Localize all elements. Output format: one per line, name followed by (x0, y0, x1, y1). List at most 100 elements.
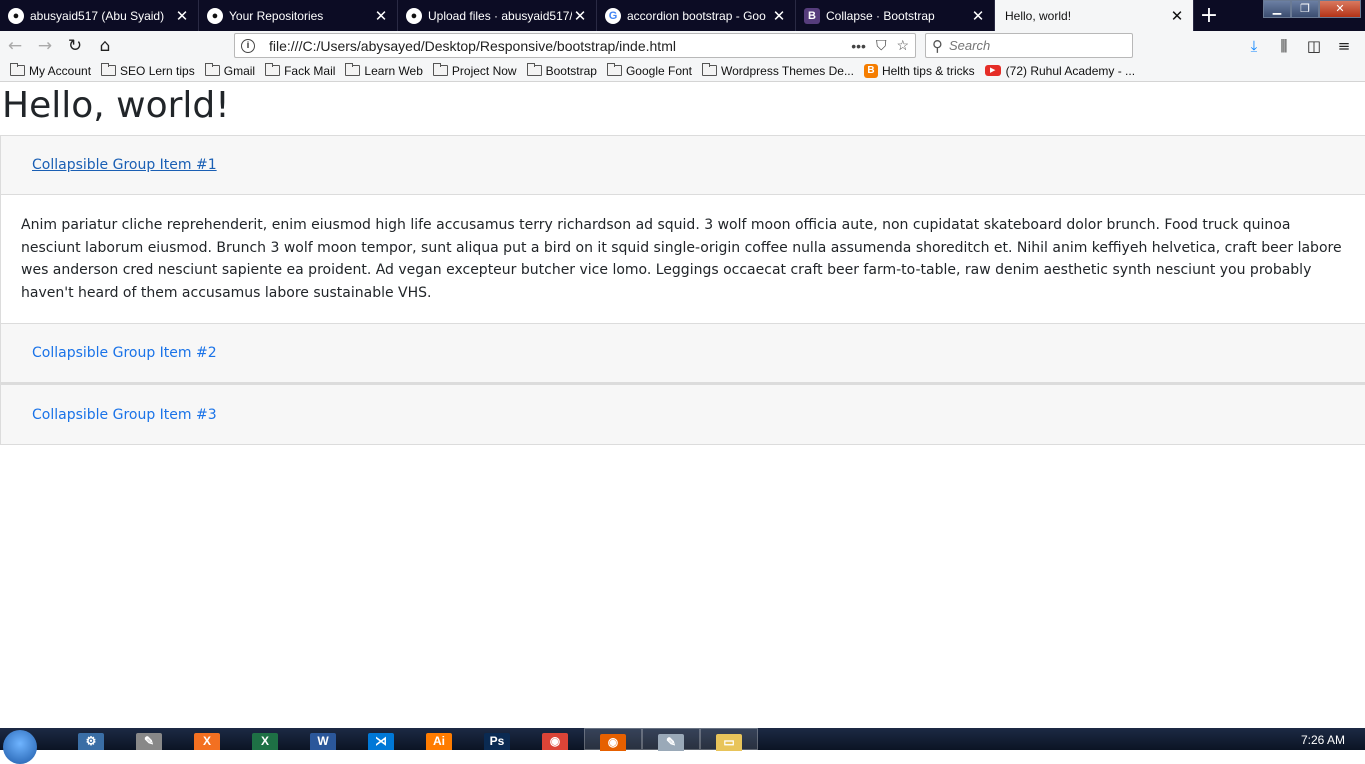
taskbar-app-notepad[interactable]: ✎ (642, 728, 700, 751)
minimize-icon[interactable]: ▁ (1263, 0, 1291, 18)
accordion-header-2[interactable]: Collapsible Group Item #2 (1, 324, 1365, 383)
more-actions-icon[interactable]: ••• (851, 38, 866, 54)
bookmark-item[interactable]: Learn Web (345, 63, 423, 78)
bookmark-item[interactable]: Gmail (204, 63, 256, 78)
taskbar-app-firefox[interactable]: ◉ (584, 728, 642, 751)
taskbar-app-pen-icon: ✎ (136, 733, 162, 750)
folder-icon (101, 63, 117, 76)
bookmark-item[interactable]: Wordpress Themes De... (702, 63, 854, 78)
taskbar-clock[interactable]: 7:26 AM (1301, 733, 1345, 747)
bookmark-label: SEO Lern tips (120, 63, 195, 78)
accordion-body-1: Anim pariatur cliche reprehenderit, enim… (1, 195, 1365, 324)
google-icon: G (605, 7, 621, 24)
tab-title: accordion bootstrap - Goo (627, 8, 766, 23)
tab-title: abusyaid517 (Abu Syaid) (30, 8, 165, 23)
bookmark-label: My Account (29, 63, 92, 78)
accordion-header-3[interactable]: Collapsible Group Item #3 (1, 385, 1365, 444)
window-controls: ▁ ❐ ✕ (1263, 0, 1361, 18)
tab-2[interactable]: ● Upload files · abusyaid517/ ✕ (398, 0, 597, 31)
bookmarks-toolbar: My Account SEO Lern tips Gmail Fack Mail… (0, 60, 1365, 82)
search-bar[interactable]: ⚲ (925, 33, 1133, 58)
tab-0[interactable]: ● abusyaid517 (Abu Syaid) ✕ (0, 0, 199, 31)
url-text[interactable]: file:///C:/Users/abysayed/Desktop/Respon… (269, 38, 841, 54)
close-tab-icon[interactable]: ✕ (970, 7, 986, 25)
tab-4[interactable]: B Collapse · Bootstrap ✕ (796, 0, 995, 31)
taskbar-app-excel[interactable]: X (236, 728, 294, 750)
bootstrap-icon: B (804, 7, 820, 24)
page-title: Hello, world! (2, 85, 230, 126)
accordion-header-1[interactable]: Collapsible Group Item #1 (1, 136, 1365, 195)
start-button[interactable] (0, 728, 40, 764)
taskbar-app-pen[interactable]: ✎ (120, 728, 178, 750)
folder-icon (606, 63, 622, 76)
bookmark-label: Bootstrap (545, 63, 597, 78)
taskbar-app-explorer[interactable]: ▭ (700, 728, 758, 751)
bookmark-label: Project Now (451, 63, 517, 78)
page-content: Hello, world! Collapsible Group Item #1 … (0, 83, 1365, 728)
accordion-toggle-2[interactable]: Collapsible Group Item #2 (32, 345, 217, 361)
accordion-toggle-3[interactable]: Collapsible Group Item #3 (32, 407, 217, 423)
bookmark-item[interactable]: Google Font (606, 63, 692, 78)
address-bar[interactable]: i file:///C:/Users/abysayed/Desktop/Resp… (234, 33, 916, 58)
bookmark-item[interactable]: SEO Lern tips (101, 63, 195, 78)
tab-title: Collapse · Bootstrap (826, 8, 935, 23)
window-close-icon[interactable]: ✕ (1319, 0, 1361, 18)
blogger-icon: B (863, 63, 878, 78)
bookmark-item[interactable]: ▶ (72) Ruhul Academy - ... (984, 64, 1135, 78)
folder-icon (345, 63, 361, 76)
new-tab-button[interactable]: + (1194, 0, 1224, 31)
forward-icon[interactable]: → (30, 33, 60, 59)
taskbar-app-tool[interactable]: ⚙ (62, 728, 120, 750)
search-input[interactable] (949, 38, 1119, 53)
close-tab-icon[interactable]: ✕ (373, 7, 389, 25)
bookmark-label: Helth tips & tricks (881, 63, 975, 78)
folder-icon (432, 63, 448, 76)
taskbar-app-excel-icon: X (252, 733, 278, 750)
back-icon[interactable]: ← (0, 33, 30, 59)
taskbar-app-xampp[interactable]: X (178, 728, 236, 750)
taskbar-app-word[interactable]: W (294, 728, 352, 750)
tab-5-active[interactable]: Hello, world! ✕ (995, 0, 1194, 32)
close-tab-icon[interactable]: ✕ (771, 7, 787, 25)
tab-title: Hello, world! (1005, 9, 1072, 23)
bookmark-label: Gmail (223, 63, 256, 78)
pocket-icon[interactable]: ⛉ (876, 37, 887, 54)
tab-title: Upload files · abusyaid517/ (428, 8, 572, 23)
download-icon[interactable]: ⤓ (1239, 34, 1269, 58)
maximize-icon[interactable]: ❐ (1291, 0, 1319, 18)
taskbar-app-photoshop[interactable]: Ps (468, 728, 526, 750)
taskbar-app-illustrator[interactable]: Ai (410, 728, 468, 750)
bookmark-item[interactable]: B Helth tips & tricks (863, 63, 975, 78)
tab-1[interactable]: ● Your Repositories ✕ (199, 0, 398, 31)
windows-logo-icon (3, 730, 37, 764)
home-icon[interactable]: ⌂ (90, 33, 120, 59)
accordion-toggle-1[interactable]: Collapsible Group Item #1 (32, 157, 217, 173)
reload-icon[interactable]: ↻ (60, 33, 90, 59)
bookmark-item[interactable]: Project Now (432, 63, 517, 78)
taskbar-app-vscode-icon: ⋊ (368, 733, 394, 750)
bookmark-star-icon[interactable]: ☆ (896, 37, 909, 54)
library-icon[interactable]: ⫼ (1269, 34, 1299, 58)
sidebar-icon[interactable]: ◫ (1299, 34, 1329, 58)
close-tab-icon[interactable]: ✕ (572, 7, 588, 25)
bookmark-item[interactable]: My Account (10, 63, 92, 78)
folder-icon (526, 63, 542, 76)
tab-title: Your Repositories (229, 8, 324, 23)
menu-icon[interactable]: ≡ (1329, 34, 1359, 58)
taskbar-app-chrome[interactable]: ◉ (526, 728, 584, 750)
taskbar-app-word-icon: W (310, 733, 336, 750)
close-tab-icon[interactable]: ✕ (174, 7, 190, 25)
folder-icon (702, 63, 718, 76)
taskbar-app-vscode[interactable]: ⋊ (352, 728, 410, 750)
bookmark-item[interactable]: Bootstrap (526, 63, 597, 78)
bookmark-label: Fack Mail (284, 63, 336, 78)
github-icon: ● (8, 7, 24, 24)
tab-strip: ● abusyaid517 (Abu Syaid) ✕ ● Your Repos… (0, 0, 1365, 32)
info-icon[interactable]: i (241, 38, 255, 53)
close-tab-icon[interactable]: ✕ (1169, 7, 1185, 25)
bookmark-item[interactable]: Fack Mail (265, 63, 336, 78)
github-icon: ● (406, 7, 422, 24)
tab-3[interactable]: G accordion bootstrap - Goo ✕ (597, 0, 796, 31)
bookmark-label: Learn Web (364, 63, 423, 78)
taskbar-app-xampp-icon: X (194, 733, 220, 750)
